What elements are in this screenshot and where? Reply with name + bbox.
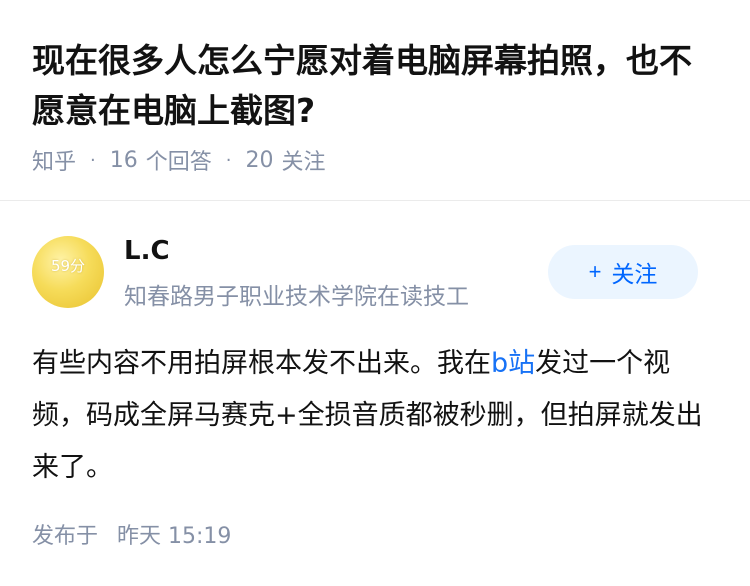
plus-icon: + [588,259,602,284]
bilibili-link[interactable]: b站 [491,348,535,379]
avatar[interactable]: 59分 [32,236,104,308]
follow-button[interactable]: + 关注 [548,245,698,299]
publish-info: 发布于 昨天 15:19 [32,518,231,550]
source-label[interactable]: 知乎 [32,144,76,176]
publish-label: 发布于 [32,524,99,549]
answer-text-before: 有些内容不用拍屏根本发不出来。我在 [32,348,491,379]
author-bio: 知春路男子职业技术学院在读技工 [124,284,469,310]
question-title[interactable]: 现在很多人怎么宁愿对着电脑屏幕拍照，也不愿意在电脑上截图? [32,36,722,136]
followers-label: 关注 [281,150,326,175]
answers-count: 16 [109,147,138,173]
question-meta: 知乎 · 16 个回答 · 20 关注 [32,144,326,176]
separator-dot: · [90,149,96,171]
avatar-score: 59分 [50,256,86,275]
answer-page: 现在很多人怎么宁愿对着电脑屏幕拍照，也不愿意在电脑上截图? 知乎 · 16 个回… [0,0,750,586]
followers-count: 20 [245,147,274,173]
separator-dot: · [225,149,232,171]
author-name[interactable]: L.C [124,236,170,266]
answers-label: 个回答 [145,150,212,175]
divider [0,200,750,201]
follow-label: 关注 [611,261,658,287]
publish-time: 昨天 15:19 [117,524,232,549]
answer-content: 有些内容不用拍屏根本发不出来。我在b站发过一个视频，码成全屏马赛克+全损音质都被… [32,338,722,494]
